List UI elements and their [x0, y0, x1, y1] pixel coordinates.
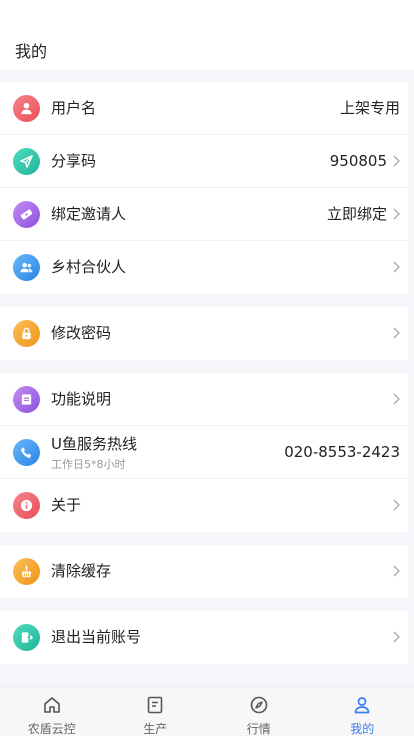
hotline-number[interactable]: 020-8553-2423 — [284, 443, 400, 461]
tab-market[interactable]: 行情 — [207, 687, 311, 736]
row-share-code[interactable]: 分享码 950805 — [0, 135, 408, 188]
chevron-right-icon — [393, 155, 400, 167]
clean-icon — [13, 558, 40, 585]
row-label: 清除缓存 — [51, 562, 112, 580]
send-icon — [13, 148, 40, 175]
home-icon — [43, 697, 60, 713]
users-icon — [13, 254, 40, 281]
tab-label: 农盾云控 — [27, 722, 76, 736]
row-village-partner[interactable]: 乡村合伙人 — [0, 241, 408, 294]
lock-icon — [13, 320, 40, 347]
user-icon — [13, 95, 40, 122]
ticket-icon — [13, 201, 40, 228]
page-header: 我的 — [0, 0, 414, 70]
info-icon — [13, 492, 40, 519]
tab-home[interactable]: 农盾云控 — [0, 687, 104, 736]
row-logout[interactable]: 退出当前账号 — [0, 611, 408, 664]
tab-label: 行情 — [246, 722, 271, 736]
document-icon — [13, 386, 40, 413]
tab-label: 我的 — [350, 722, 375, 736]
row-label: 功能说明 — [51, 390, 112, 408]
chevron-right-icon — [393, 208, 400, 220]
logout-group: 退出当前账号 — [0, 611, 408, 664]
row-label: U鱼服务热线 — [51, 435, 137, 453]
chevron-right-icon — [393, 393, 400, 405]
row-change-password[interactable]: 修改密码 — [0, 307, 408, 360]
row-label: 乡村合伙人 — [51, 258, 127, 276]
row-label: 退出当前账号 — [51, 628, 142, 646]
row-label: 关于 — [51, 496, 82, 514]
account-group: 用户名 上架专用 分享码 950805 绑定邀请人 立即绑定 乡村合伙人 — [0, 82, 408, 294]
row-label: 修改密码 — [51, 324, 112, 342]
row-label: 绑定邀请人 — [51, 205, 127, 223]
tab-production[interactable]: 生产 — [104, 687, 208, 736]
row-feature-description[interactable]: 功能说明 — [0, 373, 408, 426]
row-username[interactable]: 用户名 上架专用 — [0, 82, 408, 135]
bottom-tab-bar: 农盾云控 生产 行情 我的 — [0, 686, 414, 736]
page-title: 我的 — [15, 42, 48, 61]
logout-icon — [13, 624, 40, 651]
row-value: 上架专用 — [339, 99, 400, 117]
compass-icon — [250, 696, 268, 714]
row-value: 立即绑定 — [326, 205, 387, 223]
tab-label: 生产 — [143, 722, 168, 736]
password-group: 修改密码 — [0, 307, 408, 360]
row-sublabel: 工作日5*8小时 — [51, 458, 126, 471]
row-label: 用户名 — [51, 99, 97, 117]
row-about[interactable]: 关于 — [0, 479, 408, 532]
chevron-right-icon — [393, 631, 400, 643]
row-clear-cache[interactable]: 清除缓存 — [0, 545, 408, 598]
info-group: 功能说明 U鱼服务热线 工作日5*8小时 020-8553-2423 关于 — [0, 373, 408, 532]
row-service-hotline[interactable]: U鱼服务热线 工作日5*8小时 020-8553-2423 — [0, 426, 408, 479]
chevron-right-icon — [393, 327, 400, 339]
chevron-right-icon — [393, 499, 400, 511]
chevron-right-icon — [393, 565, 400, 577]
cache-group: 清除缓存 — [0, 545, 408, 598]
row-label: 分享码 — [51, 152, 97, 170]
phone-icon — [13, 439, 40, 466]
row-bind-inviter[interactable]: 绑定邀请人 立即绑定 — [0, 188, 408, 241]
tab-mine[interactable]: 我的 — [311, 687, 414, 736]
chevron-right-icon — [393, 261, 400, 273]
edit-icon — [147, 696, 163, 714]
row-value: 950805 — [329, 152, 387, 170]
profile-icon — [354, 697, 370, 714]
